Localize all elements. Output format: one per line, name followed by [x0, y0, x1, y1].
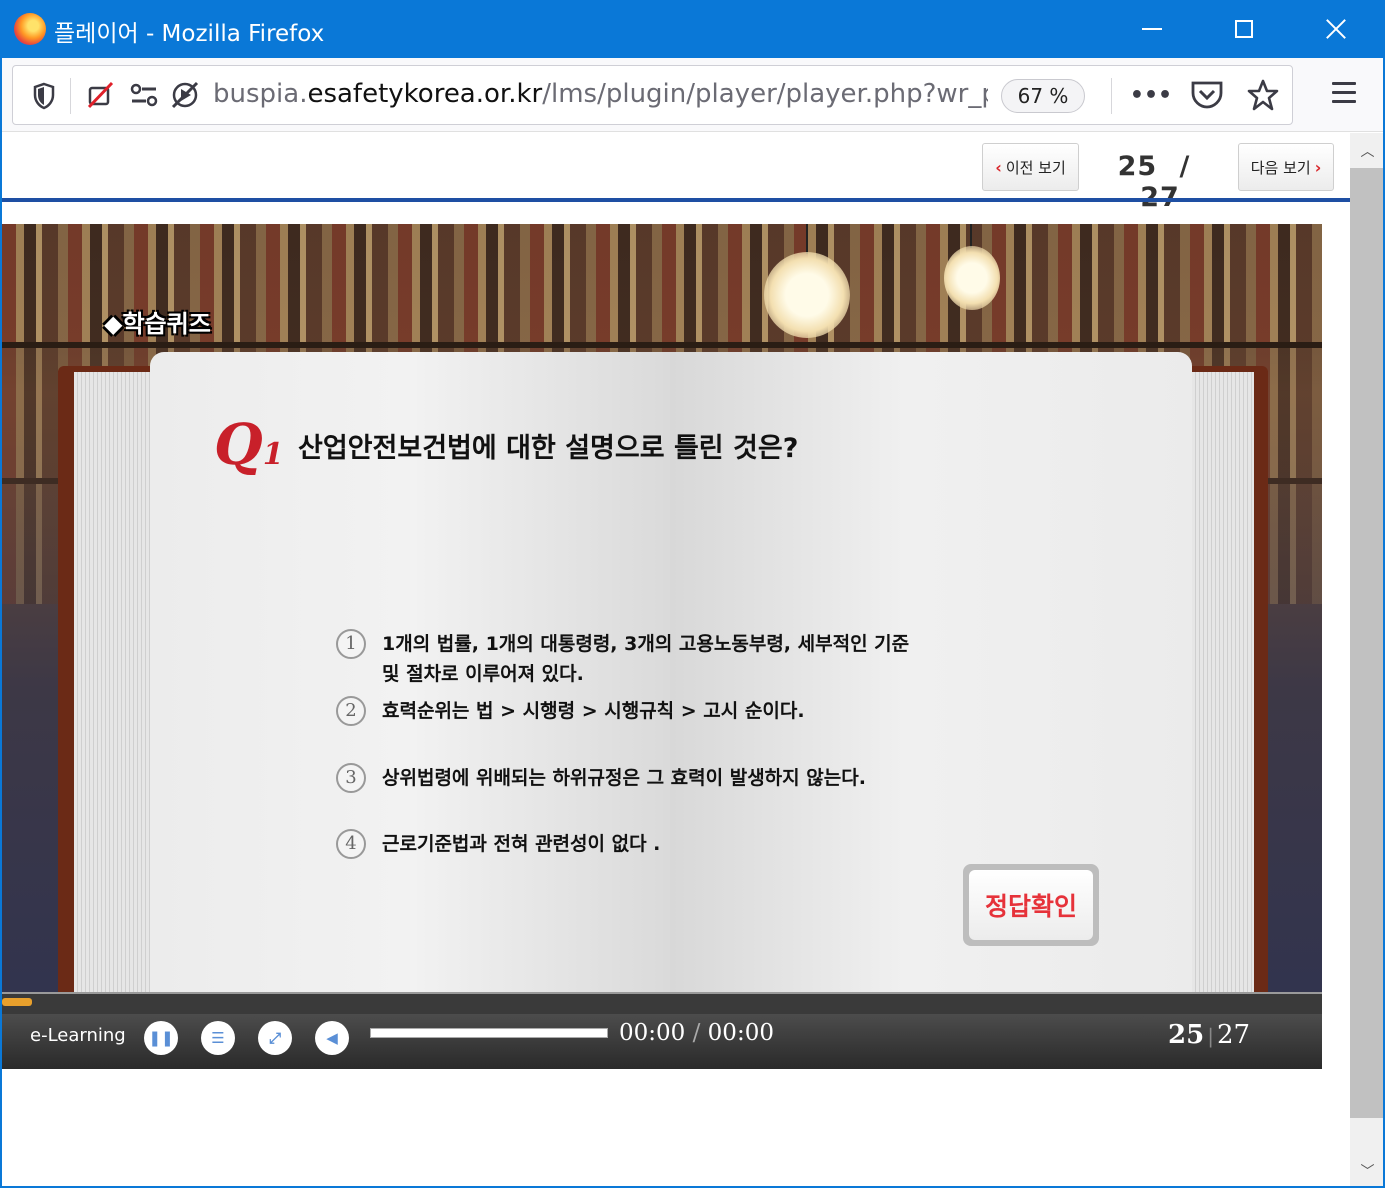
url-bar-divider-2: [1111, 78, 1112, 114]
url-bar[interactable]: buspia.esafetykorea.or.kr/lms/plugin/pla…: [12, 65, 1293, 125]
scrollbar-thumb[interactable]: [1350, 168, 1385, 1118]
page-separator: /: [1179, 151, 1191, 182]
check-answer-label: 정답확인: [969, 870, 1093, 940]
player-page-counter: 25 | 27: [1168, 1020, 1250, 1050]
light-bulb-icon: [764, 252, 850, 338]
speaker-icon: ◀: [326, 1029, 338, 1047]
page-current: 25: [1117, 151, 1158, 182]
close-icon: [1325, 18, 1347, 40]
option-text: 상위법령에 위배되는 하위규정은 그 효력이 발생하지 않는다.: [382, 767, 866, 789]
vertical-scrollbar[interactable]: ︿ ﹀: [1350, 133, 1385, 1188]
player-brand: e-Learning: [30, 1025, 126, 1046]
navigation-toolbar: buspia.esafetykorea.or.kr/lms/plugin/pla…: [0, 58, 1385, 132]
answer-option-3[interactable]: 3 상위법령에 위배되는 하위규정은 그 효력이 발생하지 않는다.: [336, 763, 1016, 793]
pocket-icon[interactable]: [1189, 78, 1225, 112]
option-number: 4: [336, 829, 366, 859]
url-prefix: buspia.: [213, 79, 308, 109]
time-display: 00:00 / 00:00: [619, 1020, 774, 1046]
page-edges-right: [1188, 372, 1254, 1062]
time-total: 00:00: [707, 1020, 774, 1046]
player-page-current: 25: [1168, 1020, 1205, 1050]
fullscreen-icon: ⤢: [268, 1029, 281, 1047]
check-answer-button[interactable]: 정답확인: [963, 864, 1099, 946]
player-page-total: 27: [1216, 1020, 1251, 1050]
hamburger-menu-icon[interactable]: [1332, 82, 1356, 104]
time-current: 00:00: [619, 1020, 686, 1046]
question-number-badge: Q1: [214, 412, 284, 478]
permissions-icon[interactable]: [128, 80, 160, 110]
window-border: [0, 58, 2, 1188]
question-letter: Q: [214, 412, 263, 478]
page-actions-button[interactable]: •••: [1130, 80, 1172, 110]
next-page-label: 다음 보기: [1250, 158, 1311, 177]
maximize-button[interactable]: [1198, 0, 1290, 58]
page-content: ‹ 이전 보기 25 / 27 다음 보기 › ◆학습퀴즈 Q1 산업안전보건법…: [2, 133, 1350, 1186]
minimize-button[interactable]: [1106, 0, 1198, 58]
window-titlebar: 플레이어 - Mozilla Firefox: [0, 0, 1385, 58]
option-number: 3: [336, 763, 366, 793]
answer-option-4[interactable]: 4 근로기준법과 전혀 관련성이 없다 .: [336, 829, 1016, 859]
lamp-wire: [806, 224, 808, 254]
close-window-button[interactable]: [1290, 0, 1382, 58]
player-controls: e-Learning ❚❚ ☰ ⤢ ◀ 00:00 / 00:00 25 | 27: [2, 992, 1322, 1069]
progress-track[interactable]: [2, 992, 1322, 1014]
volume-slider[interactable]: [370, 1028, 608, 1038]
progress-fill: [2, 998, 32, 1006]
option-number: 2: [336, 696, 366, 726]
light-bulb-icon: [944, 246, 1000, 310]
scroll-down-arrow-icon[interactable]: ﹀: [1350, 1153, 1385, 1188]
page-edges-left: [74, 372, 154, 1062]
list-icon: ☰: [211, 1029, 225, 1047]
url-bar-divider: [70, 78, 71, 114]
fullscreen-button[interactable]: ⤢: [258, 1021, 292, 1055]
pause-icon: ❚❚: [148, 1029, 174, 1047]
lamp-wire: [970, 224, 972, 248]
player-page-separator: |: [1207, 1024, 1214, 1048]
zoom-level-button[interactable]: 67 %: [1001, 79, 1085, 113]
option-text: 효력순위는 법 > 시행령 > 시행규칙 > 고시 순이다.: [382, 700, 805, 722]
url-host: esafetykorea.or.kr: [307, 79, 543, 109]
prev-page-label: 이전 보기: [1005, 158, 1066, 177]
lesson-player: ◆학습퀴즈 Q1 산업안전보건법에 대한 설명으로 틀린 것은? 1 1개의 법…: [2, 224, 1322, 1069]
time-separator: /: [692, 1020, 701, 1046]
pause-button[interactable]: ❚❚: [144, 1021, 178, 1055]
answer-option-1[interactable]: 1 1개의 법률, 1개의 대통령령, 3개의 고용노동부령, 세부적인 기준 …: [336, 629, 1016, 689]
firefox-logo-icon: [14, 13, 46, 45]
maximize-icon: [1235, 20, 1253, 38]
page-counter: 25 / 27: [1100, 151, 1220, 213]
url-path: /lms/plugin/player/player.php?wr_pag: [542, 79, 988, 109]
option-text: 근로기준법과 전혀 관련성이 없다 .: [382, 833, 661, 855]
chevron-right-icon: ›: [1314, 157, 1322, 177]
scroll-up-arrow-icon[interactable]: ︿: [1350, 133, 1385, 168]
tracking-protection-shield-icon[interactable]: [31, 82, 57, 110]
answer-option-2[interactable]: 2 효력순위는 법 > 시행령 > 시행규칙 > 고시 순이다.: [336, 696, 1016, 726]
prev-page-button[interactable]: ‹ 이전 보기: [982, 143, 1079, 191]
question-number: 1: [262, 437, 284, 472]
minimize-icon: [1142, 28, 1162, 30]
autoplay-permission-icon[interactable]: [168, 78, 202, 112]
header-divider: [2, 198, 1350, 202]
bookmark-star-icon[interactable]: [1245, 78, 1281, 112]
chevron-left-icon: ‹: [995, 157, 1002, 177]
question-text: 산업안전보건법에 대한 설명으로 틀린 것은?: [298, 433, 799, 464]
option-number: 1: [336, 629, 366, 659]
window-title: 플레이어 - Mozilla Firefox: [54, 21, 325, 47]
next-page-button[interactable]: 다음 보기 ›: [1238, 143, 1334, 191]
volume-button[interactable]: ◀: [315, 1021, 349, 1055]
quiz-section-tag: ◆학습퀴즈: [104, 310, 211, 338]
index-button[interactable]: ☰: [201, 1021, 235, 1055]
option-text: 1개의 법률, 1개의 대통령령, 3개의 고용노동부령, 세부적인 기준 및 …: [382, 633, 910, 685]
autoplay-blocked-icon[interactable]: [85, 80, 115, 110]
url-text[interactable]: buspia.esafetykorea.or.kr/lms/plugin/pla…: [213, 76, 988, 112]
